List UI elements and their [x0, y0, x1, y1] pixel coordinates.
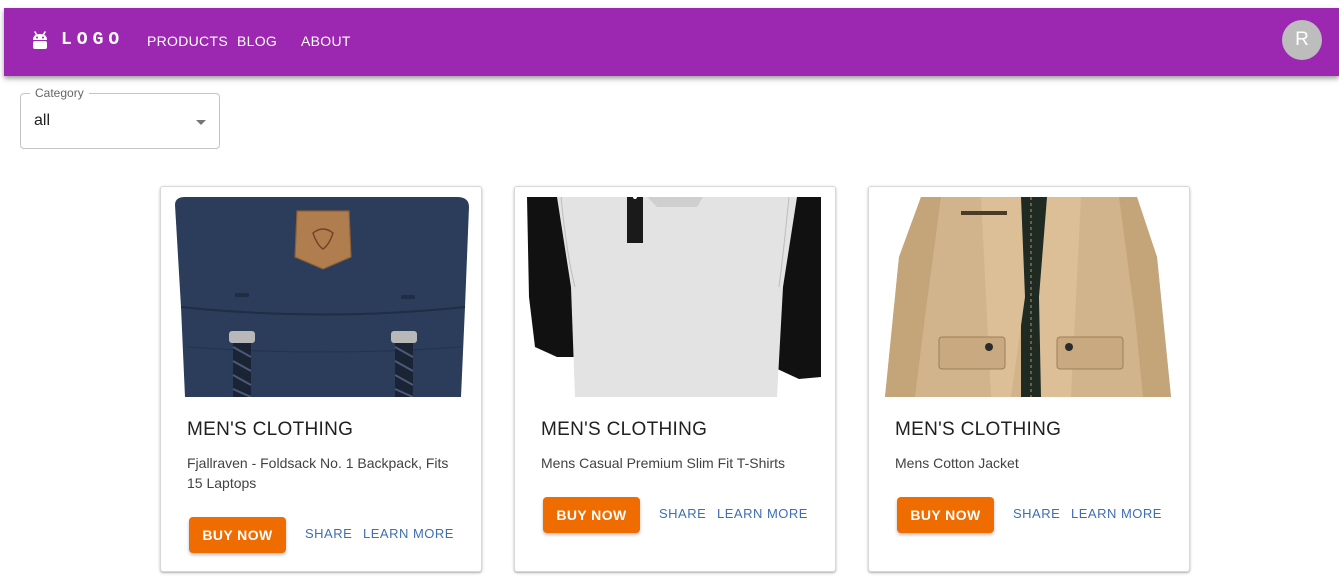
category-select[interactable]: Category all: [20, 86, 220, 149]
product-category: MEN'S CLOTHING: [187, 419, 354, 440]
product-card: MEN'S CLOTHING Mens Cotton Jacket BUY NO…: [868, 186, 1190, 572]
nav-about[interactable]: ABOUT: [301, 33, 351, 49]
category-select-value: all: [34, 112, 51, 129]
buy-now-button[interactable]: BUY NOW: [543, 497, 640, 533]
learn-more-button[interactable]: LEARN MORE: [1071, 506, 1162, 521]
product-category: MEN'S CLOTHING: [895, 419, 1062, 440]
app-bar: LOGO PRODUCTS BLOG ABOUT R: [4, 8, 1339, 76]
avatar[interactable]: R: [1282, 20, 1322, 60]
buy-now-button[interactable]: BUY NOW: [189, 517, 286, 553]
share-button[interactable]: SHARE: [1013, 506, 1060, 521]
share-button[interactable]: SHARE: [659, 506, 706, 521]
product-category: MEN'S CLOTHING: [541, 419, 708, 440]
product-title: Mens Cotton Jacket: [895, 455, 1019, 471]
product-image-jacket: [881, 197, 1177, 397]
product-card: MEN'S CLOTHING Fjallraven - Foldsack No.…: [160, 186, 482, 572]
product-title: Fjallraven - Foldsack No. 1 Backpack, Fi…: [187, 455, 449, 491]
logo-text[interactable]: LOGO: [61, 30, 124, 50]
share-button[interactable]: SHARE: [305, 526, 352, 541]
android-icon: [33, 31, 47, 49]
nav-blog[interactable]: BLOG: [237, 33, 277, 49]
dropdown-arrow-icon: [196, 120, 206, 125]
product-title: Mens Casual Premium Slim Fit T-Shirts: [541, 455, 786, 471]
learn-more-button[interactable]: LEARN MORE: [717, 506, 808, 521]
product-image-backpack: [173, 197, 469, 397]
product-card: MEN'S CLOTHING Mens Casual Premium Slim …: [514, 186, 836, 572]
product-image-t-shirt: [527, 197, 823, 397]
buy-now-button[interactable]: BUY NOW: [897, 497, 994, 533]
nav-products[interactable]: PRODUCTS: [147, 33, 228, 49]
category-select-label: Category: [30, 86, 89, 100]
learn-more-button[interactable]: LEARN MORE: [363, 526, 454, 541]
